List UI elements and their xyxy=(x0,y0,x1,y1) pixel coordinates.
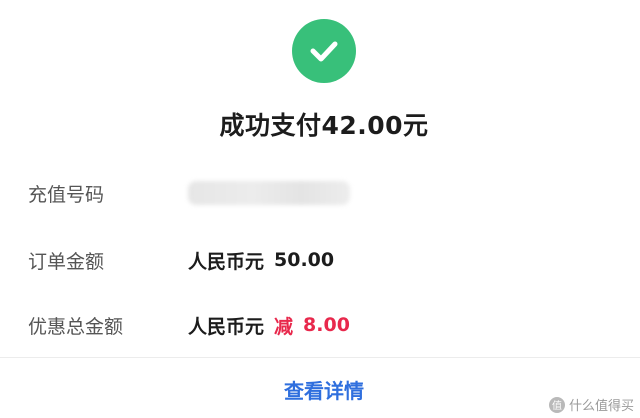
recharge-number-label: 充值号码 xyxy=(28,183,105,206)
discount-total-row: 优惠总金额 人民币元 减 8.00 xyxy=(28,310,628,340)
discount-value: 8.00 xyxy=(303,314,350,336)
order-amount: 50.00 xyxy=(274,249,335,271)
order-currency: 人民币元 xyxy=(188,250,265,273)
order-amount-label: 订单金额 xyxy=(28,250,105,273)
payment-result-card: 成功支付42.00元 充值号码 订单金额 人民币元 50.00 优惠总金额 人民… xyxy=(0,0,640,418)
recharge-number-row: 充值号码 xyxy=(28,178,628,208)
discount-total-label: 优惠总金额 xyxy=(28,315,124,338)
redacted-phone-number xyxy=(188,181,350,205)
check-circle-icon xyxy=(292,19,356,83)
order-amount-row: 订单金额 人民币元 50.00 xyxy=(28,245,628,275)
discount-amount: 减 8.00 xyxy=(274,312,350,339)
divider xyxy=(0,357,640,358)
discount-currency: 人民币元 xyxy=(188,315,265,338)
view-details-link[interactable]: 查看详情 xyxy=(0,375,640,404)
watermark-text: 什么值得买 xyxy=(568,399,634,414)
order-amount-value: 人民币元 50.00 xyxy=(188,247,334,274)
discount-prefix: 减 xyxy=(274,315,294,338)
watermark-logo-icon: 值 xyxy=(548,396,565,413)
recharge-number-value xyxy=(188,181,350,205)
discount-total-value: 人民币元 减 8.00 xyxy=(188,312,350,339)
payment-success-title: 成功支付42.00元 xyxy=(219,111,429,140)
check-icon xyxy=(310,41,338,62)
watermark: 值 什么值得买 xyxy=(548,395,634,414)
